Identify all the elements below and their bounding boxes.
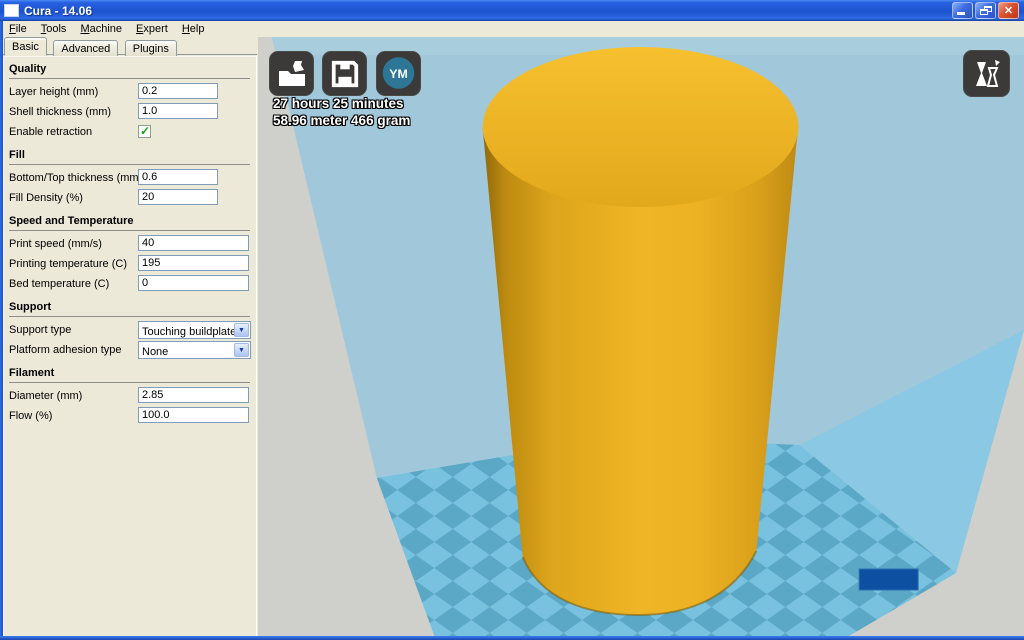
platform-adhesion-label: Platform adhesion type [9,344,122,356]
load-model-button[interactable] [269,51,314,96]
print-speed-label: Print speed (mm/s) [9,238,102,250]
window-title: Cura - 14.06 [24,3,93,18]
enable-retraction-label: Enable retraction [9,126,93,138]
window-controls: ✕ [952,2,1020,19]
print-time: 27 hours 25 minutes [273,96,404,111]
tab-plugins[interactable]: Plugins [124,40,177,56]
flow-label: Flow (%) [9,410,53,422]
section-fill: Fill [9,149,250,165]
menu-machine[interactable]: Machine [74,22,130,36]
save-toolpath-button[interactable] [322,51,367,96]
menu-bar: File Tools Machine Expert Help [3,21,1024,37]
printing-temperature-label: Printing temperature (C) [9,258,127,270]
load-model-icon [278,60,305,86]
shell-thickness-field[interactable] [138,103,218,119]
cura-window: Cura - 14.06 ✕ File Tools Machine Expert… [0,0,1024,640]
window-border-left [0,21,3,640]
support-type-label: Support type [9,324,72,336]
menu-help[interactable]: Help [176,22,213,36]
layer-height-label: Layer height (mm) [9,86,99,98]
section-speed-temperature: Speed and Temperature [9,215,250,231]
setting-row: Flow (%) [9,406,250,426]
basic-settings-panel: Quality Layer height (mm) Shell thicknes… [3,56,257,636]
platform-adhesion-select[interactable]: None ▼ [138,341,251,359]
app-icon [4,4,19,17]
setting-row: Print speed (mm/s) [9,234,250,254]
diameter-label: Diameter (mm) [9,390,83,402]
minimize-button[interactable] [952,2,973,19]
flow-field[interactable] [138,407,249,423]
view-mode-icon [975,59,1000,87]
print-speed-field[interactable] [138,235,249,251]
section-filament: Filament [9,367,250,383]
tab-advanced[interactable]: Advanced [53,40,119,56]
fill-density-label: Fill Density (%) [9,192,83,204]
menu-tools[interactable]: Tools [35,22,75,36]
layer-height-field[interactable] [138,83,218,99]
save-toolpath-icon [331,60,358,87]
chevron-down-icon: ▼ [238,327,245,334]
menu-expert[interactable]: Expert [130,22,176,36]
setting-row: Fill Density (%) [9,188,250,208]
setting-row: Printing temperature (C) [9,254,250,274]
youmagine-icon: YM [382,57,415,89]
setting-row: Enable retraction ✓ [9,122,250,142]
setting-row: Diameter (mm) [9,386,250,406]
tab-basic[interactable]: Basic [4,37,47,56]
close-button[interactable]: ✕ [998,2,1019,19]
checkmark-icon: ✓ [140,124,151,138]
enable-retraction-checkbox[interactable]: ✓ [138,124,151,138]
cylinder-model-top[interactable] [482,47,799,207]
setting-row: Platform adhesion type None ▼ [9,340,251,360]
title-bar[interactable]: Cura - 14.06 ✕ [0,0,1024,21]
share-youmagine-button[interactable]: YM [376,51,421,96]
setting-row: Shell thickness (mm) [9,102,250,122]
diameter-field[interactable] [138,387,249,403]
shell-thickness-label: Shell thickness (mm) [9,106,112,118]
bed-temperature-field[interactable] [138,275,249,291]
bottom-top-thickness-field[interactable] [138,169,218,185]
bed-temperature-label: Bed temperature (C) [9,278,110,290]
3d-viewport[interactable]: YM 27 hours 25 minutes 58.96 meter 466 g… [258,37,1024,636]
support-type-select[interactable]: Touching buildplate ▼ [138,321,251,339]
dropdown-button[interactable]: ▼ [234,343,249,357]
setting-row: Bed temperature (C) [9,274,250,294]
setting-row: Bottom/Top thickness (mm) [9,168,250,188]
chevron-down-icon: ▼ [238,347,245,354]
bottom-top-thickness-label: Bottom/Top thickness (mm) [9,172,143,184]
menu-file[interactable]: File [3,22,35,36]
support-type-value: Touching buildplate [142,326,237,338]
fill-density-field[interactable] [138,189,218,205]
section-support: Support [9,301,250,317]
printhead-block [858,568,919,591]
setting-row: Layer height (mm) [9,82,250,102]
restore-button[interactable] [975,2,996,19]
settings-tabbar: Basic Advanced Plugins Start/End-GCode [3,37,257,74]
minimize-icon [957,12,965,15]
close-icon: ✕ [1003,5,1014,17]
youmagine-label: YM [389,67,408,81]
section-quality: Quality [9,63,250,79]
print-stats: 27 hours 25 minutes 58.96 meter 466 gram [273,95,410,129]
window-border-bottom [0,636,1024,640]
printing-temperature-field[interactable] [138,255,249,271]
setting-row: Support type Touching buildplate ▼ [9,320,251,340]
dropdown-button[interactable]: ▼ [234,323,249,337]
view-mode-button[interactable] [963,50,1010,97]
platform-adhesion-value: None [142,346,169,358]
print-material: 58.96 meter 466 gram [273,113,411,128]
